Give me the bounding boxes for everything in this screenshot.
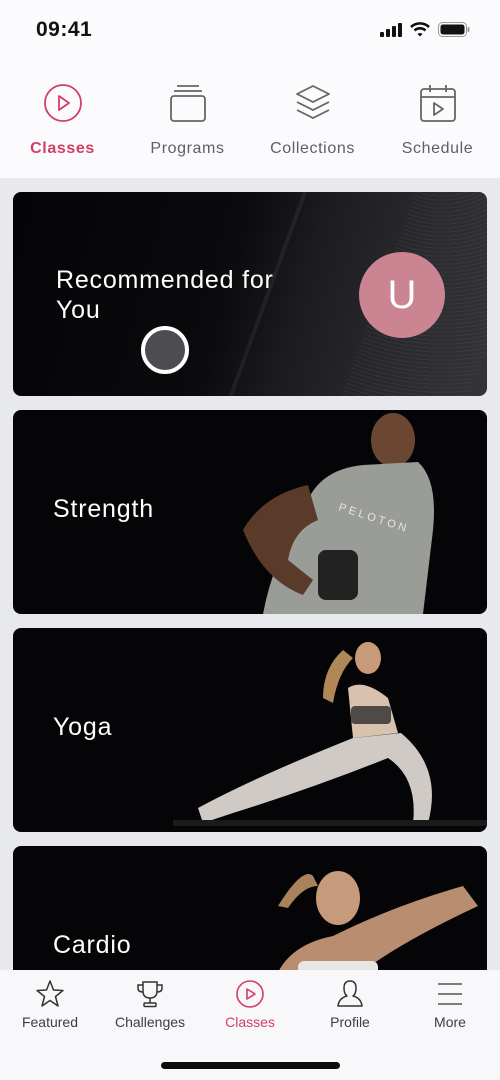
card-title: Strength: [53, 495, 154, 523]
tab-label: More: [434, 1014, 466, 1030]
stack-card-icon: [167, 82, 209, 124]
tab-label: Programs: [150, 140, 225, 157]
card-strength[interactable]: Strength PELOTON: [13, 410, 487, 614]
top-tab-bar: Classes Programs Collections Schedule: [0, 60, 500, 178]
tab-label: Classes: [225, 1014, 275, 1030]
home-indicator[interactable]: [161, 1062, 340, 1069]
tab-label: Classes: [30, 140, 95, 157]
tab-label: Schedule: [401, 140, 474, 157]
tab-label: Challenges: [114, 1014, 186, 1030]
status-bar: 09:41: [0, 0, 500, 60]
card-yoga[interactable]: Yoga: [13, 628, 487, 832]
bottom-tab-more[interactable]: More: [400, 970, 500, 1080]
card-title: Cardio: [53, 931, 132, 959]
avatar: U: [359, 252, 445, 338]
layers-icon: [292, 82, 334, 124]
signal-icon: [380, 22, 402, 37]
card-title: Yoga: [53, 713, 113, 741]
star-icon: [34, 978, 66, 1010]
instructor-yoga-image: [173, 642, 487, 826]
play-circle-icon: [234, 978, 266, 1010]
card-recommended[interactable]: Recommended for You U: [13, 192, 487, 396]
tab-programs[interactable]: Programs: [125, 60, 250, 178]
calendar-play-icon: [417, 82, 459, 124]
tab-label: Featured: [21, 1014, 79, 1030]
person-icon: [334, 978, 366, 1010]
wifi-icon: [410, 22, 430, 37]
tab-schedule[interactable]: Schedule: [375, 60, 500, 178]
menu-icon: [434, 978, 466, 1010]
tab-label: Collections: [270, 140, 355, 157]
play-circle-icon: [42, 82, 84, 124]
status-time: 09:41: [36, 18, 93, 41]
trophy-icon: [134, 978, 166, 1010]
app-screen: 09:41 Classes Programs Collections Sched…: [0, 0, 500, 1080]
instructor-strength-image: PELOTON: [243, 413, 434, 614]
status-icons: [380, 22, 470, 37]
card-title: Recommended for You: [56, 266, 274, 324]
touch-indicator: [141, 326, 189, 374]
tab-label: Profile: [330, 1014, 370, 1030]
tab-classes[interactable]: Classes: [0, 60, 125, 178]
battery-icon: [438, 22, 470, 37]
tab-collections[interactable]: Collections: [250, 60, 375, 178]
bottom-tab-featured[interactable]: Featured: [0, 970, 100, 1080]
